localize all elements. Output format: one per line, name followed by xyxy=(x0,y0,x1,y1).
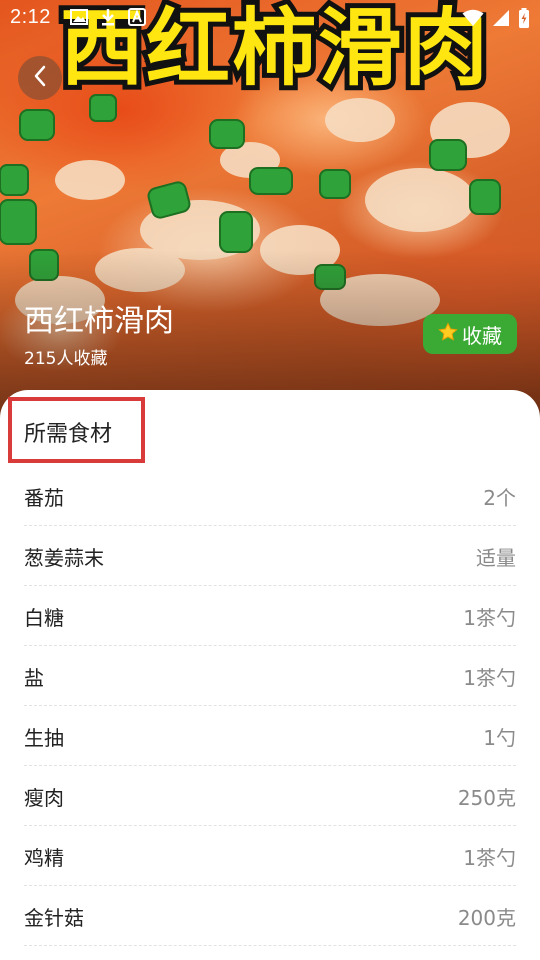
ingredient-name: 葱姜蒜末 xyxy=(24,546,104,570)
status-left-icons xyxy=(70,8,146,30)
ingredient-list: 番茄 2个 葱姜蒜末 适量 白糖 1茶勺 盐 1茶勺 生抽 1勺 瘦肉 250克 xyxy=(0,466,540,946)
ingredient-name: 盐 xyxy=(24,666,44,690)
ingredient-name: 白糖 xyxy=(24,606,64,630)
chevron-left-icon xyxy=(32,64,48,92)
ingredient-row: 瘦肉 250克 xyxy=(0,766,540,826)
ingredient-row: 金针菇 200克 xyxy=(0,886,540,946)
signal-icon xyxy=(492,9,510,31)
status-right-icons xyxy=(462,8,530,32)
ingredient-amount: 1勺 xyxy=(483,726,516,750)
ingredient-amount: 200克 xyxy=(457,906,516,930)
status-time: 2:12 xyxy=(10,6,51,28)
ingredient-amount: 1茶勺 xyxy=(463,606,516,630)
ingredient-row: 生抽 1勺 xyxy=(0,706,540,766)
ingredient-amount: 1茶勺 xyxy=(463,666,516,690)
ingredient-row: 番茄 2个 xyxy=(0,466,540,526)
download-icon xyxy=(100,8,116,30)
back-button[interactable] xyxy=(18,56,62,100)
star-icon xyxy=(438,321,458,347)
row-divider xyxy=(24,945,516,946)
ingredient-row: 白糖 1茶勺 xyxy=(0,586,540,646)
ingredient-row: 葱姜蒜末 适量 xyxy=(0,526,540,586)
app-a-icon xyxy=(128,8,146,30)
favorite-button-label: 收藏 xyxy=(462,323,502,348)
favorites-count: 215人收藏 xyxy=(24,349,108,369)
battery-charging-icon xyxy=(518,8,530,32)
ingredient-row: 鸡精 1茶勺 xyxy=(0,826,540,886)
ingredient-row: 盐 1茶勺 xyxy=(0,646,540,706)
status-bar: 2:12 xyxy=(0,0,540,36)
ingredient-amount: 适量 xyxy=(476,546,516,570)
ingredient-name: 鸡精 xyxy=(24,846,64,870)
image-icon xyxy=(70,8,88,30)
ingredients-sheet: 所需食材 番茄 2个 葱姜蒜末 适量 白糖 1茶勺 盐 1茶勺 生抽 1勺 瘦肉 xyxy=(0,390,540,960)
favorite-button[interactable]: 收藏 xyxy=(423,314,517,354)
ingredients-section-title: 所需食材 xyxy=(24,422,113,447)
ingredient-name: 金针菇 xyxy=(24,906,84,930)
ingredient-amount: 1茶勺 xyxy=(463,846,516,870)
ingredient-name: 番茄 xyxy=(24,486,64,510)
wifi-icon xyxy=(462,9,484,31)
recipe-name: 西红柿滑肉 xyxy=(24,304,174,339)
ingredient-name: 生抽 xyxy=(24,726,64,750)
ingredient-name: 瘦肉 xyxy=(24,786,64,810)
ingredient-amount: 250克 xyxy=(457,786,516,810)
ingredient-amount: 2个 xyxy=(483,486,516,510)
